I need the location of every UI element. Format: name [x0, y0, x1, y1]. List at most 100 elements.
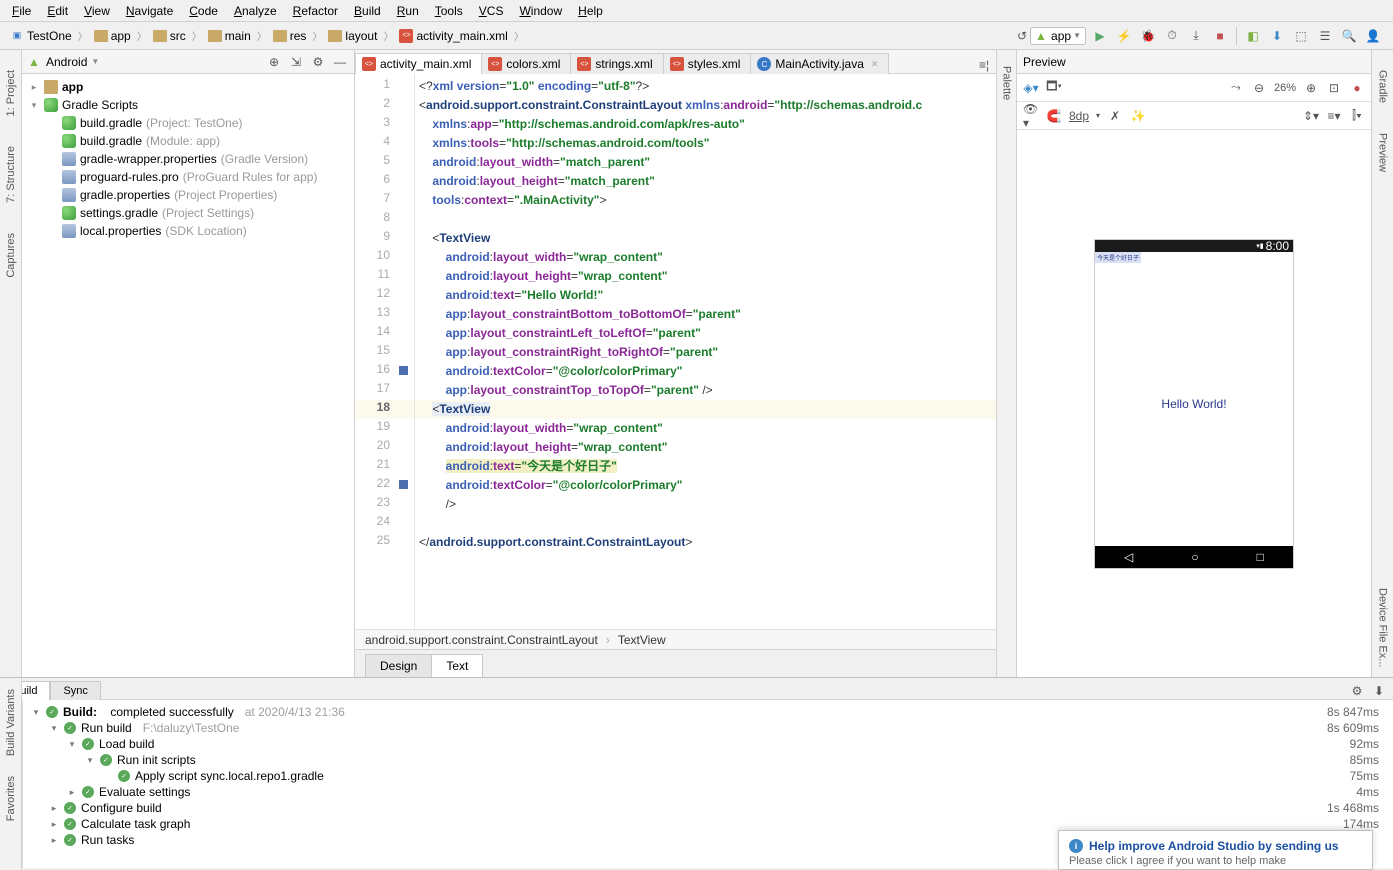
toolwin-build-variants[interactable]: Build Variants — [5, 689, 17, 756]
apply-changes-icon[interactable]: ⚡ — [1116, 28, 1132, 44]
tree-item[interactable]: build.gradle (Project: TestOne) — [28, 114, 348, 132]
magnet-icon[interactable]: 🧲 — [1046, 108, 1062, 124]
scroll-from-source-icon[interactable]: ⊕ — [266, 54, 282, 70]
tree-item[interactable]: gradle-wrapper.properties (Gradle Versio… — [28, 150, 348, 168]
editor-body[interactable]: 1234567891011121314151617181920212223242… — [355, 74, 996, 629]
code-area[interactable]: <?xml version="1.0" encoding="utf-8"?><a… — [415, 74, 996, 629]
help-popup[interactable]: iHelp improve Android Studio by sending … — [1058, 830, 1373, 870]
editor-tab[interactable]: <>strings.xml — [570, 53, 663, 74]
menu-vcs[interactable]: VCS — [473, 2, 510, 20]
close-icon[interactable]: ✕ — [871, 59, 879, 70]
gear-icon[interactable]: ⚙ — [1349, 683, 1365, 699]
tab-text[interactable]: Text — [431, 654, 483, 677]
toolwin-gradle[interactable]: Gradle — [1377, 70, 1389, 103]
guidelines-icon[interactable]: ⫿▾ — [1349, 108, 1365, 124]
breadcrumb-item[interactable]: main — [204, 28, 255, 44]
tree-item[interactable]: gradle.properties (Project Properties) — [28, 186, 348, 204]
layout-inspector-icon[interactable]: ⬚ — [1293, 28, 1309, 44]
build-task-row[interactable]: ▾✓Load build92ms — [31, 736, 1385, 752]
toolwin-structure[interactable]: 7: Structure — [5, 146, 17, 203]
orientation-icon[interactable]: 🗖▾ — [1046, 80, 1062, 96]
editor-tab[interactable]: <>styles.xml — [663, 53, 752, 74]
pack-icon[interactable]: ⇕▾ — [1303, 108, 1319, 124]
build-task-row[interactable]: ▸✓Configure build1s 468ms — [31, 800, 1385, 816]
refresh-icon[interactable]: ⤳ — [1228, 80, 1244, 96]
override-margin[interactable]: 8dp — [1069, 109, 1089, 123]
tree-item[interactable]: settings.gradle (Project Settings) — [28, 204, 348, 222]
search-icon[interactable]: 🔍 — [1341, 28, 1357, 44]
crumb-layout[interactable]: android.support.constraint.ConstraintLay… — [365, 633, 598, 647]
tree-item[interactable]: proguard-rules.pro (ProGuard Rules for a… — [28, 168, 348, 186]
project-tree[interactable]: ▸ app ▾ Gradle Scripts build.gradle (Proje… — [22, 74, 354, 677]
toolwin-palette[interactable]: Palette — [1001, 66, 1013, 100]
attach-debugger-icon[interactable]: ⤓ — [1188, 28, 1204, 44]
hide-icon[interactable]: — — [332, 54, 348, 70]
zoom-out-icon[interactable]: ⊖ — [1251, 80, 1267, 96]
project-structure-icon[interactable]: ☰ — [1317, 28, 1333, 44]
tree-gradle-scripts[interactable]: Gradle Scripts — [62, 98, 138, 112]
breadcrumb-item[interactable]: layout — [324, 28, 381, 44]
menu-refactor[interactable]: Refactor — [287, 2, 344, 20]
preview-textview-top[interactable]: 今天是个好日子 — [1095, 252, 1141, 263]
zoom-fit-icon[interactable]: ⊡ — [1326, 80, 1342, 96]
menu-window[interactable]: Window — [513, 2, 568, 20]
menu-navigate[interactable]: Navigate — [120, 2, 179, 20]
build-task-row[interactable]: ▾✓Run buildF:\daluzy\TestOne8s 609ms — [31, 720, 1385, 736]
toolwin-favorites[interactable]: Favorites — [5, 776, 17, 821]
build-task-row[interactable]: ▸✓Evaluate settings4ms — [31, 784, 1385, 800]
show-target-icon[interactable]: ≡¦ — [976, 57, 992, 73]
expand-arrow[interactable]: ▾ — [28, 100, 40, 111]
build-task-row[interactable]: ▾✓Run init scripts85ms — [31, 752, 1385, 768]
toolwin-preview[interactable]: Preview — [1377, 133, 1389, 172]
view-options-icon[interactable]: 👁▾ — [1023, 108, 1039, 124]
breadcrumb-item[interactable]: ▣TestOne — [6, 28, 76, 44]
download-icon[interactable]: ⬇ — [1371, 683, 1387, 699]
error-icon[interactable]: ● — [1349, 80, 1365, 96]
editor-tab[interactable]: <>activity_main.xml — [355, 53, 482, 74]
menu-run[interactable]: Run — [391, 2, 425, 20]
breadcrumb-item[interactable]: res — [269, 28, 311, 44]
design-surface-icon[interactable]: ◈▾ — [1023, 80, 1039, 96]
run-config-select[interactable]: ▲ app ▼ — [1030, 27, 1086, 45]
crumb-textview[interactable]: TextView — [618, 633, 666, 647]
menu-analyze[interactable]: Analyze — [228, 2, 283, 20]
zoom-in-icon[interactable]: ⊕ — [1303, 80, 1319, 96]
expand-arrow[interactable]: ▸ — [28, 82, 40, 93]
toolwin-project[interactable]: 1: Project — [5, 70, 17, 116]
editor-tab[interactable]: <>colors.xml — [481, 53, 571, 74]
menu-code[interactable]: Code — [183, 2, 224, 20]
collapse-icon[interactable]: ⇲ — [288, 54, 304, 70]
menu-tools[interactable]: Tools — [429, 2, 469, 20]
tree-item[interactable]: local.properties (SDK Location) — [28, 222, 348, 240]
preview-textview-center[interactable]: Hello World! — [1161, 397, 1226, 411]
debug-button[interactable]: 🐞 — [1140, 28, 1156, 44]
sdk-manager-icon[interactable]: ⬇ — [1269, 28, 1285, 44]
project-view-select[interactable]: Android — [46, 55, 87, 69]
toolwin-captures[interactable]: Captures — [5, 233, 17, 278]
gear-icon[interactable]: ⚙ — [310, 54, 326, 70]
breadcrumb-item[interactable]: app — [90, 28, 135, 44]
sync-icon[interactable]: ↺ — [1014, 28, 1030, 44]
editor-tab[interactable]: CMainActivity.java✕ — [750, 53, 889, 74]
stop-button[interactable]: ■ — [1212, 28, 1228, 44]
toolwin-device-file-explorer[interactable]: Device File Ex... — [1377, 588, 1389, 667]
preview-canvas[interactable]: ▾▮8:00 今天是个好日子 Hello World! ◁○□ — [1017, 130, 1371, 677]
tree-app[interactable]: app — [62, 80, 83, 94]
infer-constraints-icon[interactable]: ✨ — [1130, 108, 1146, 124]
menu-build[interactable]: Build — [348, 2, 387, 20]
align-icon[interactable]: ≡▾ — [1326, 108, 1342, 124]
avd-manager-icon[interactable]: ◧ — [1245, 28, 1261, 44]
breadcrumb-item[interactable]: <>activity_main.xml — [395, 28, 511, 44]
menu-help[interactable]: Help — [572, 2, 609, 20]
build-root-row[interactable]: ▾✓ Build: completed successfully at 2020… — [31, 704, 1385, 720]
run-button[interactable]: ▶ — [1092, 28, 1108, 44]
menu-view[interactable]: View — [78, 2, 116, 20]
menu-edit[interactable]: Edit — [41, 2, 74, 20]
build-tab-sync[interactable]: Sync — [50, 681, 100, 700]
tab-design[interactable]: Design — [365, 654, 432, 677]
user-icon[interactable]: 👤 — [1365, 28, 1381, 44]
clear-constraints-icon[interactable]: ✗ — [1107, 108, 1123, 124]
breadcrumb-item[interactable]: src — [149, 28, 190, 44]
build-task-row[interactable]: ✓Apply script sync.local.repo1.gradle75m… — [31, 768, 1385, 784]
tree-item[interactable]: build.gradle (Module: app) — [28, 132, 348, 150]
